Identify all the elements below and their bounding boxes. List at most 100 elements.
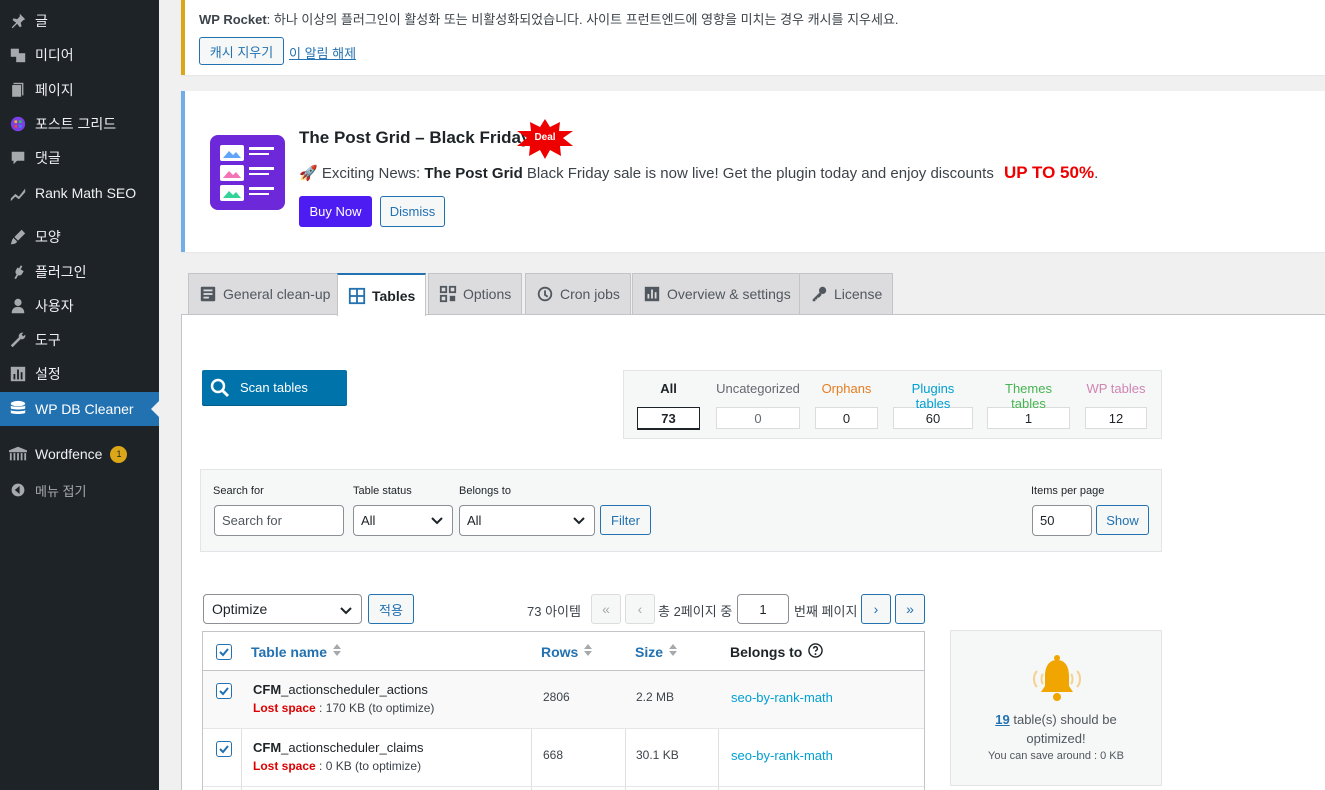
sidebar-item-label: Wordfence bbox=[35, 446, 103, 462]
key-icon bbox=[810, 285, 828, 303]
post-grid-promo-notice: The Post Grid – Black Friday Deal 🚀 Exci… bbox=[181, 91, 1325, 252]
optimize-count-text: 19 table(s) should be bbox=[951, 712, 1161, 727]
chevron-down-icon bbox=[430, 515, 444, 530]
last-page-button[interactable]: » bbox=[895, 594, 925, 624]
wrench-icon bbox=[8, 330, 28, 350]
rank-math-icon bbox=[8, 183, 28, 203]
discount-highlight: UP TO 50% bbox=[1004, 163, 1095, 182]
select-all-checkbox[interactable] bbox=[216, 632, 232, 671]
current-page-input[interactable]: 1 bbox=[737, 594, 789, 624]
clear-cache-button[interactable]: 캐시 지우기 bbox=[199, 37, 284, 65]
tab-license[interactable]: License bbox=[799, 273, 894, 314]
items-per-page-input[interactable]: 50 bbox=[1032, 505, 1092, 536]
category-label: Plugins tables bbox=[911, 381, 955, 411]
collapse-icon bbox=[8, 480, 28, 500]
sidebar-item-users[interactable]: 사용자 bbox=[0, 289, 159, 323]
notification-badge: 1 bbox=[110, 445, 128, 463]
sidebar-collapse-menu[interactable]: 메뉴 접기 bbox=[0, 473, 159, 507]
sidebar-item-label: 모양 bbox=[35, 229, 61, 245]
tab-overview-settings[interactable]: Overview & settings bbox=[632, 273, 802, 314]
chart-icon bbox=[643, 285, 661, 303]
apply-button[interactable]: 적용 bbox=[368, 594, 414, 624]
sidebar-item-label: 플러그인 bbox=[35, 264, 87, 280]
sidebar-item-comments[interactable]: 댓글 bbox=[0, 141, 159, 175]
rocket-icon: 🚀 bbox=[299, 165, 318, 182]
column-table-name[interactable]: Table name bbox=[251, 632, 342, 671]
plugin-icon bbox=[8, 262, 28, 282]
sidebar-item-tools[interactable]: 도구 bbox=[0, 323, 159, 357]
sidebar-item-rank-math[interactable]: Rank Math SEO bbox=[0, 176, 159, 210]
category-count: 0 bbox=[815, 407, 878, 429]
belongs-label: Belongs to bbox=[459, 485, 511, 497]
table-row: CFM_actionscheduler_claims Lost space : … bbox=[203, 729, 924, 787]
sidebar-item-label: Rank Math SEO bbox=[35, 185, 137, 201]
sidebar-item-posts[interactable]: 글 bbox=[0, 4, 159, 38]
tab-label: Cron jobs bbox=[560, 286, 620, 302]
sidebar-item-label: 도구 bbox=[35, 332, 61, 348]
bulk-action-value: Optimize bbox=[212, 601, 268, 617]
sidebar-item-post-grid[interactable]: 포스트 그리드 bbox=[0, 107, 159, 141]
show-button[interactable]: Show bbox=[1096, 505, 1149, 535]
category-label: WP tables bbox=[1086, 381, 1146, 396]
category-all[interactable]: All 73 bbox=[637, 381, 700, 429]
sidebar-item-label: 미디어 bbox=[35, 47, 74, 63]
msg-suffix: Black Friday sale is now live! Get the p… bbox=[522, 165, 994, 182]
sidebar-item-label: 댓글 bbox=[35, 150, 61, 166]
user-icon bbox=[8, 296, 28, 316]
sidebar-item-plugins[interactable]: 플러그인 bbox=[0, 255, 159, 289]
scan-tables-button[interactable]: Scan tables bbox=[202, 370, 347, 405]
sidebar-item-settings[interactable]: 설정 bbox=[0, 357, 159, 391]
category-themes-tables[interactable]: Themes tables 1 bbox=[987, 381, 1070, 429]
dismiss-notice-link[interactable]: 이 알림 해제 bbox=[289, 43, 356, 62]
status-label: Table status bbox=[353, 485, 412, 497]
wp-rocket-notice: WP Rocket: 하나 이상의 플러그인이 활성화 또는 비활성화되었습니다… bbox=[181, 0, 1325, 75]
dismiss-button[interactable]: Dismiss bbox=[380, 196, 445, 227]
sidebar-item-label: WP DB Cleaner bbox=[35, 401, 134, 417]
document-icon bbox=[199, 285, 217, 303]
category-plugins-tables[interactable]: Plugins tables 60 bbox=[893, 381, 973, 429]
next-page-button[interactable]: › bbox=[861, 594, 891, 624]
row-checkbox[interactable] bbox=[216, 741, 232, 757]
search-input[interactable]: Search for bbox=[214, 505, 344, 536]
column-rows[interactable]: Rows bbox=[541, 632, 593, 671]
belongs-to-select[interactable]: All bbox=[459, 505, 595, 536]
promo-title: The Post Grid – Black Friday bbox=[299, 128, 531, 147]
optimize-count-link[interactable]: 19 bbox=[995, 712, 1009, 727]
tab-cron-jobs[interactable]: Cron jobs bbox=[525, 273, 631, 314]
tab-tables[interactable]: Tables bbox=[337, 273, 427, 316]
sort-icon bbox=[583, 643, 593, 660]
filter-bar: Search for Search for Table status All B… bbox=[200, 469, 1162, 552]
belongs-to-link[interactable]: seo-by-rank-math bbox=[731, 748, 833, 763]
sidebar-item-wp-db-cleaner[interactable]: WP DB Cleaner bbox=[0, 392, 159, 426]
sidebar-item-label: 사용자 bbox=[35, 298, 74, 314]
category-uncategorized[interactable]: Uncategorized 0 bbox=[716, 381, 800, 429]
table-status-select[interactable]: All bbox=[353, 505, 453, 536]
filter-button[interactable]: Filter bbox=[600, 505, 651, 535]
column-size[interactable]: Size bbox=[635, 632, 678, 671]
belongs-to-link[interactable]: seo-by-rank-math bbox=[731, 690, 833, 705]
buy-now-button[interactable]: Buy Now bbox=[299, 196, 372, 227]
post-grid-logo bbox=[210, 135, 285, 210]
sidebar-item-appearance[interactable]: 모양 bbox=[0, 220, 159, 254]
category-wp-tables[interactable]: WP tables 12 bbox=[1085, 381, 1147, 429]
tab-options[interactable]: Options bbox=[428, 273, 523, 314]
bulk-action-select[interactable]: Optimize bbox=[203, 594, 362, 624]
category-orphans[interactable]: Orphans 0 bbox=[815, 381, 878, 429]
belongs-value: All bbox=[467, 513, 482, 528]
row-checkbox[interactable] bbox=[216, 683, 232, 699]
table-name: CFM_actionscheduler_actions bbox=[253, 682, 434, 697]
help-icon[interactable] bbox=[808, 642, 824, 661]
sidebar-item-media[interactable]: 미디어 bbox=[0, 38, 159, 72]
wordfence-icon bbox=[8, 444, 28, 464]
sidebar-item-pages[interactable]: 페이지 bbox=[0, 73, 159, 107]
page-icon bbox=[8, 80, 28, 100]
comment-icon bbox=[8, 148, 28, 168]
tab-label: General clean-up bbox=[223, 286, 331, 302]
tab-general-cleanup[interactable]: General clean-up bbox=[188, 273, 342, 314]
checkbox[interactable] bbox=[216, 643, 232, 660]
sidebar-item-wordfence[interactable]: Wordfence 1 bbox=[0, 437, 159, 471]
table-size: 2.2 MB bbox=[636, 690, 675, 704]
pin-icon bbox=[8, 11, 28, 31]
category-count: 0 bbox=[716, 407, 800, 429]
save-estimate: You can save around : 0 KB bbox=[988, 750, 1124, 762]
